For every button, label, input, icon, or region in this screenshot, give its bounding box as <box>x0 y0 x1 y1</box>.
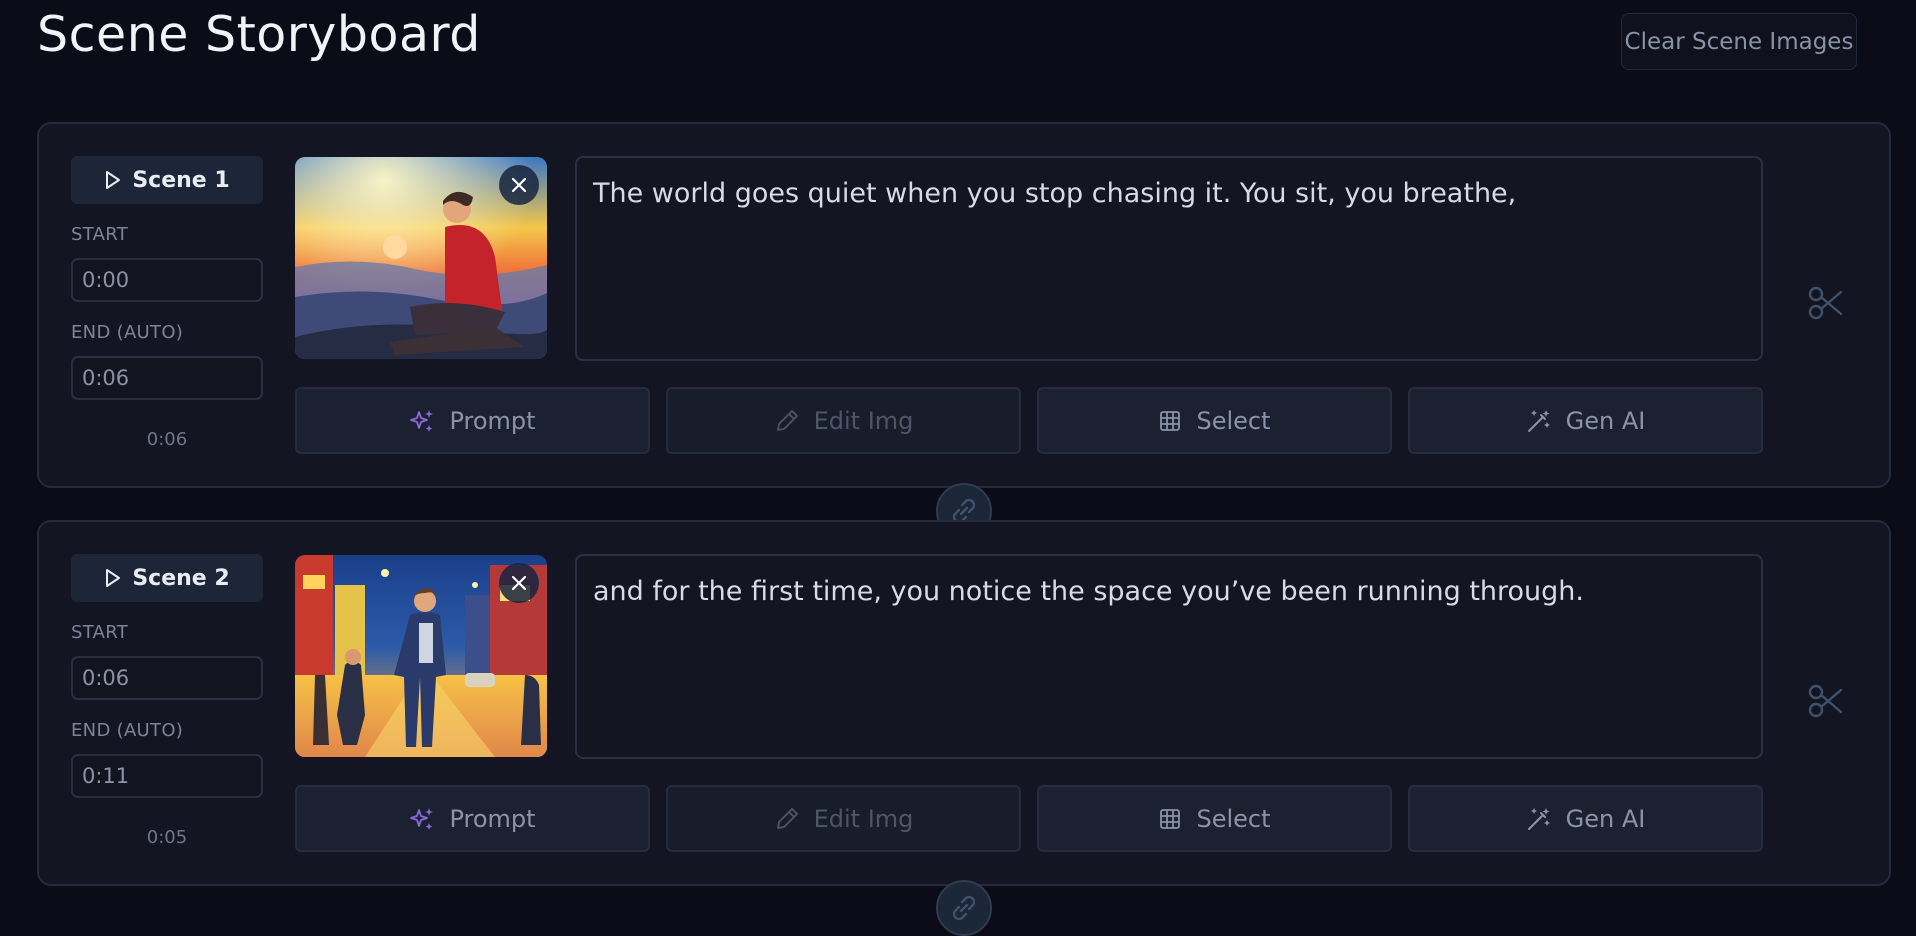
gen-ai-button[interactable]: Gen AI <box>1408 785 1763 852</box>
end-time-input[interactable]: 0:11 <box>71 754 263 798</box>
edit-image-button-label: Edit Img <box>813 804 914 833</box>
pencil-icon <box>776 807 798 829</box>
scene-play-button[interactable]: Scene 2 <box>71 554 263 602</box>
edit-image-button-label: Edit Img <box>813 406 914 435</box>
remove-image-button[interactable] <box>499 563 539 603</box>
play-icon <box>106 569 121 587</box>
start-label: START <box>71 622 129 643</box>
scissors-icon[interactable] <box>1807 284 1845 322</box>
play-icon <box>106 171 121 189</box>
link-scenes-button[interactable] <box>936 880 992 936</box>
scene-narration-text[interactable]: The world goes quiet when you stop chasi… <box>575 156 1763 361</box>
prompt-button-label: Prompt <box>449 804 536 833</box>
close-icon <box>511 575 527 591</box>
sparkles-icon <box>410 409 434 432</box>
sparkles-icon <box>410 807 434 830</box>
scene-image[interactable] <box>295 555 547 757</box>
scene-label: Scene 1 <box>132 167 230 193</box>
start-time-input[interactable]: 0:00 <box>71 258 263 302</box>
remove-image-button[interactable] <box>499 165 539 205</box>
magic-wand-icon <box>1527 409 1550 432</box>
scene-duration: 0:05 <box>146 827 188 848</box>
gen-ai-button[interactable]: Gen AI <box>1408 387 1763 454</box>
edit-image-button[interactable]: Edit Img <box>666 387 1021 454</box>
scene-duration: 0:06 <box>146 429 188 450</box>
grid-icon <box>1160 808 1181 829</box>
select-button[interactable]: Select <box>1037 387 1392 454</box>
select-button-label: Select <box>1196 804 1271 833</box>
prompt-button[interactable]: Prompt <box>295 785 650 852</box>
link-icon <box>952 895 976 921</box>
end-label: END (AUTO) <box>71 720 184 741</box>
pencil-icon <box>776 409 798 431</box>
scene-image[interactable] <box>295 157 547 359</box>
magic-wand-icon <box>1527 807 1550 830</box>
prompt-button-label: Prompt <box>449 406 536 435</box>
scissors-icon[interactable] <box>1807 682 1845 720</box>
select-button[interactable]: Select <box>1037 785 1392 852</box>
scene-label: Scene 2 <box>132 565 230 591</box>
prompt-button[interactable]: Prompt <box>295 387 650 454</box>
page-title: Scene Storyboard <box>37 6 481 63</box>
scene-card-1: Scene 1 START 0:00 END (AUTO) 0:06 0:06 <box>37 122 1891 488</box>
scene-play-button[interactable]: Scene 1 <box>71 156 263 204</box>
start-time-input[interactable]: 0:06 <box>71 656 263 700</box>
end-label: END (AUTO) <box>71 322 184 343</box>
gen-ai-button-label: Gen AI <box>1565 804 1646 833</box>
scene-card-2: Scene 2 START 0:06 END (AUTO) 0:11 0:05 <box>37 520 1891 886</box>
close-icon <box>511 177 527 193</box>
select-button-label: Select <box>1196 406 1271 435</box>
clear-scene-images-button[interactable]: Clear Scene Images <box>1621 13 1857 70</box>
gen-ai-button-label: Gen AI <box>1565 406 1646 435</box>
start-label: START <box>71 224 129 245</box>
scene-narration-text[interactable]: and for the first time, you notice the s… <box>575 554 1763 759</box>
grid-icon <box>1160 410 1181 431</box>
edit-image-button[interactable]: Edit Img <box>666 785 1021 852</box>
end-time-input[interactable]: 0:06 <box>71 356 263 400</box>
